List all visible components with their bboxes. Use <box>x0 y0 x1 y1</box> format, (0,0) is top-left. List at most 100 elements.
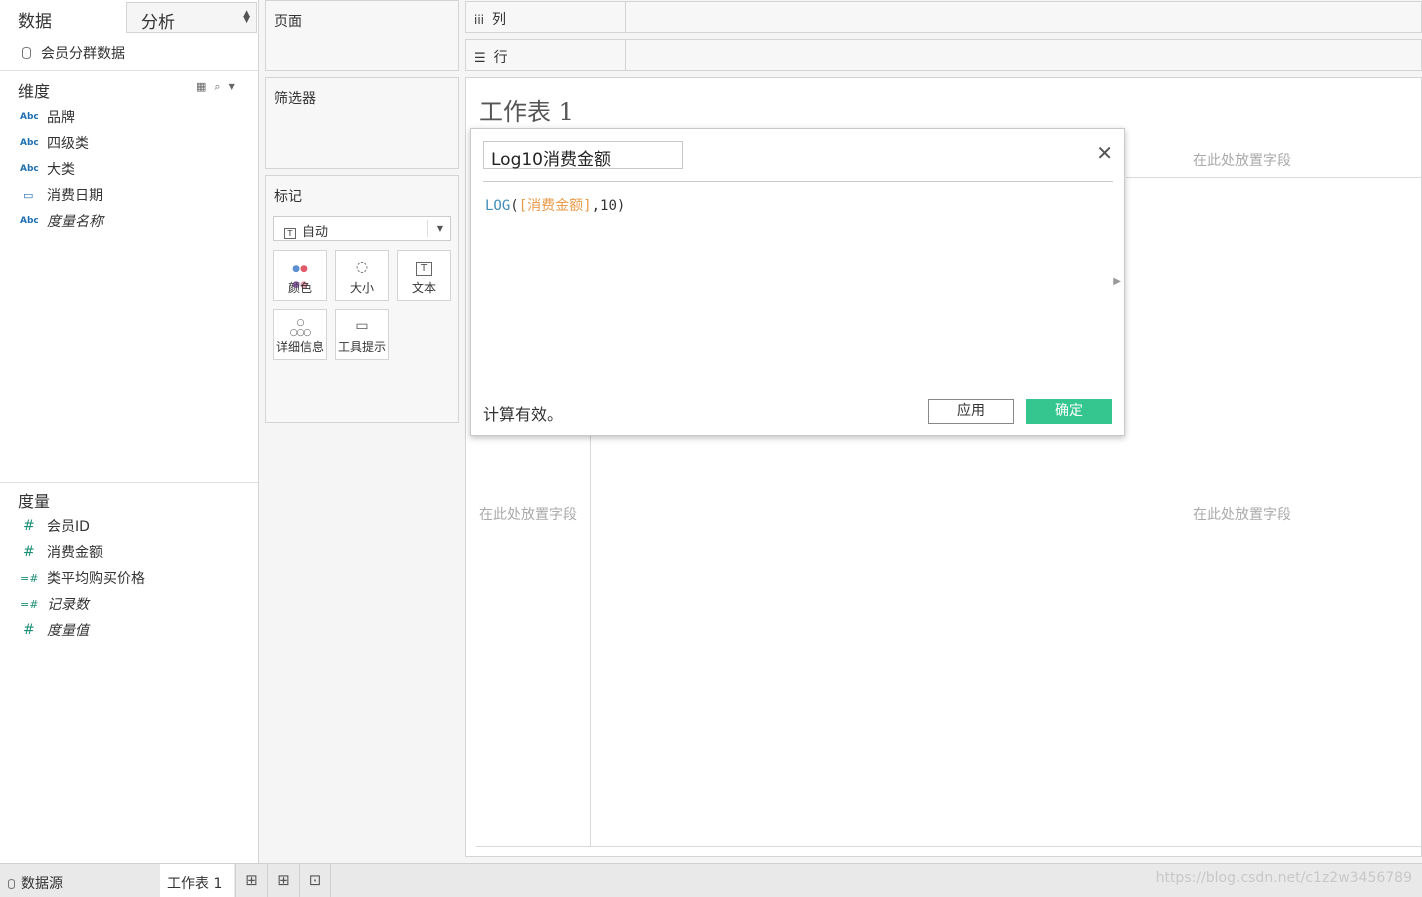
pages-shelf-title: 页面 <box>274 14 302 30</box>
tab-data[interactable]: 数据 <box>0 0 126 34</box>
measure-field-record-count[interactable]: =# 记录数 <box>0 591 258 617</box>
bottom-line <box>476 846 1422 847</box>
calc-status: 计算有效。 <box>483 405 564 424</box>
dimension-field-measure-names[interactable]: Abc 度量名称 <box>0 208 258 234</box>
menu-dropdown-icon[interactable]: ▼ <box>229 80 235 94</box>
calculated-number-icon: =# <box>20 571 39 585</box>
mark-type-dropdown[interactable]: T 自动 ▼ <box>273 216 451 241</box>
data-pane: 数据 分析 ▲▼ 会员分群数据 维度 ▦ ⌕ ▼ Abc 品牌 Abc 四级类 <box>0 0 259 863</box>
dropdown-separator <box>427 220 428 237</box>
search-icon[interactable]: ⌕ <box>214 80 220 94</box>
dimension-field-category[interactable]: Abc 大类 <box>0 156 258 182</box>
field-label: 品牌 <box>47 110 75 126</box>
tooltip-mark-button[interactable]: ▭ 工具提示 <box>335 309 389 360</box>
filters-shelf[interactable]: 筛选器 <box>265 77 459 169</box>
tab-analysis-label: 分析 <box>141 13 175 33</box>
string-type-icon: Abc <box>20 112 39 122</box>
measure-field-member-id[interactable]: # 会员ID <box>0 513 258 539</box>
detail-mark-button[interactable]: ○ ○○○ 详细信息 <box>273 309 327 360</box>
calculation-dialog: Log10消费金额 ✕ LOG([消费金额],10) ▶ 计算有效。 应用 确定 <box>470 128 1125 436</box>
mark-button-label: 大小 <box>349 281 374 295</box>
new-story-icon[interactable]: ⊡ <box>299 864 331 897</box>
new-worksheet-icon[interactable]: ⊞ <box>235 864 267 897</box>
rows-icon: ☰ <box>474 51 486 66</box>
dimensions-list: Abc 品牌 Abc 四级类 Abc 大类 ▭ 消费日期 Abc 度量名称 <box>0 104 258 234</box>
ok-button[interactable]: 确定 <box>1026 399 1112 424</box>
filters-shelf-title: 筛选器 <box>274 91 316 107</box>
database-icon <box>8 879 15 889</box>
measure-field-amount[interactable]: # 消费金额 <box>0 539 258 565</box>
measures-list: # 会员ID # 消费金额 =# 类平均购买价格 =# 记录数 # 度量值 <box>0 513 258 643</box>
formula-field: [消费金额] <box>518 198 592 214</box>
mark-button-label: 工具提示 <box>337 340 386 354</box>
formula-paren: ( <box>510 198 519 214</box>
database-icon <box>22 47 31 59</box>
rows-shelf[interactable]: ☰ 行 <box>465 39 1422 71</box>
bottom-tab-bar: 数据源 工作表 1 ⊞ ⊞ ⊡ https://blog.csdn.net/c1… <box>0 863 1422 897</box>
dimensions-tools: ▦ ⌕ ▼ <box>196 80 235 94</box>
mark-type-value: 自动 <box>302 225 329 240</box>
datasource-label: 会员分群数据 <box>41 46 125 62</box>
field-label: 大类 <box>47 162 75 178</box>
string-type-icon: Abc <box>20 138 39 148</box>
tableau-workspace: 数据 分析 ▲▼ 会员分群数据 维度 ▦ ⌕ ▼ Abc 品牌 Abc 四级类 <box>0 0 1422 897</box>
auto-mark-icon: T <box>284 228 296 239</box>
close-icon[interactable]: ✕ <box>1096 141 1113 165</box>
calc-name-input[interactable]: Log10消费金额 <box>483 141 683 170</box>
field-label: 度量名称 <box>47 214 103 230</box>
marks-card: 标记 T 自动 ▼ ●● ●● 颜色 ◌ 大小 T 文本 ○ ○○○ 详细信息 ▭ 工… <box>265 175 459 423</box>
field-label: 四级类 <box>47 136 89 152</box>
drop-field-left[interactable]: 在此处放置字段 <box>479 504 577 524</box>
rows-text: 行 <box>493 50 508 66</box>
text-mark-button[interactable]: T 文本 <box>397 250 451 301</box>
marks-card-title: 标记 <box>274 189 302 205</box>
list-view-icon[interactable]: ▦ <box>196 80 206 94</box>
field-label: 度量值 <box>47 623 89 639</box>
size-mark-button[interactable]: ◌ 大小 <box>335 250 389 301</box>
dimension-field-date[interactable]: ▭ 消费日期 <box>0 182 258 208</box>
drop-field-top[interactable]: 在此处放置字段 <box>1193 150 1291 170</box>
measure-field-avg-price[interactable]: =# 类平均购买价格 <box>0 565 258 591</box>
rows-shelf-label: ☰ 行 <box>474 47 508 67</box>
dimensions-heading: 维度 <box>18 82 51 101</box>
datasource-item[interactable]: 会员分群数据 <box>0 34 258 71</box>
dimension-field-brand[interactable]: Abc 品牌 <box>0 104 258 130</box>
size-circles-icon: ◌ <box>355 259 369 275</box>
dialog-separator <box>483 181 1113 182</box>
formula-function: LOG <box>485 198 511 214</box>
datasource-tab[interactable]: 数据源 <box>0 864 158 897</box>
field-label: 消费日期 <box>47 188 103 204</box>
columns-shelf[interactable]: iii 列 <box>465 1 1422 33</box>
drop-field-right[interactable]: 在此处放置字段 <box>1193 504 1291 524</box>
axis-divider <box>590 436 591 846</box>
sheet-title[interactable]: 工作表 1 <box>479 92 574 127</box>
shelf-divider <box>625 2 626 32</box>
color-mark-button[interactable]: ●● ●● 颜色 <box>273 250 327 301</box>
calculated-number-icon: =# <box>20 597 39 611</box>
columns-text: 列 <box>492 12 507 28</box>
chevron-down-icon: ▼ <box>436 224 443 233</box>
columns-shelf-label: iii 列 <box>474 9 506 29</box>
new-dashboard-icon[interactable]: ⊞ <box>267 864 299 897</box>
pages-shelf[interactable]: 页面 <box>265 0 459 71</box>
field-label: 类平均购买价格 <box>47 571 145 587</box>
calendar-icon: ▭ <box>23 188 34 202</box>
formula-args: ,10) <box>591 198 626 214</box>
detail-dots-icon: ○ ○○○ <box>289 318 312 338</box>
pane-divider[interactable] <box>0 482 258 483</box>
sheet-tab[interactable]: 工作表 1 <box>160 864 234 897</box>
tab-analysis[interactable]: 分析 ▲ ▼ <box>126 2 257 33</box>
string-type-icon: Abc <box>20 216 39 226</box>
watermark: https://blog.csdn.net/c1z2w3456789 <box>1155 870 1412 886</box>
mark-button-label: 详细信息 <box>275 340 324 354</box>
speech-bubble-icon: ▭ <box>355 318 369 334</box>
dimension-field-level4[interactable]: Abc 四级类 <box>0 130 258 156</box>
apply-button[interactable]: 应用 <box>928 399 1014 424</box>
number-type-icon: # <box>23 544 35 560</box>
mark-button-label: 文本 <box>411 281 436 295</box>
formula-editor[interactable]: LOG([消费金额],10) <box>485 195 625 215</box>
expand-arrow-icon[interactable]: ▶ <box>1113 276 1121 287</box>
datasource-tab-label: 数据源 <box>21 876 63 892</box>
measure-field-measure-values[interactable]: # 度量值 <box>0 617 258 643</box>
number-type-icon: # <box>23 622 35 638</box>
